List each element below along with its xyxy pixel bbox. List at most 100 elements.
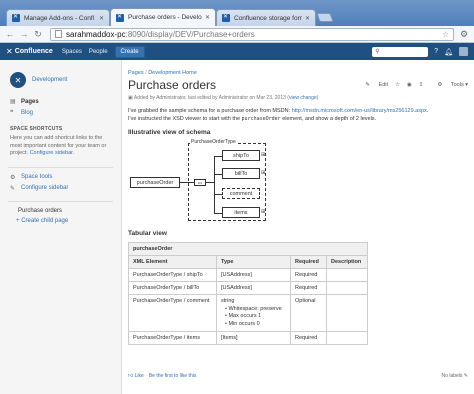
- type-detail: • Whitespace: preserve: [225, 305, 282, 312]
- column-header: Required: [290, 255, 327, 269]
- product-name: Confluence: [14, 48, 53, 55]
- tab-label: Purchase orders - Develop: [128, 14, 202, 21]
- cell-description: [326, 294, 368, 332]
- column-header: XML Element: [128, 255, 217, 269]
- new-tab-button[interactable]: [316, 13, 334, 22]
- type-detail-text: Max occurs 1: [228, 313, 262, 319]
- sidebar-item-blog[interactable]: ❝ Blog: [10, 109, 113, 117]
- share-icon[interactable]: ⇪: [419, 82, 424, 88]
- cell-type: [USAddress]: [216, 281, 291, 295]
- sidebar-divider: [8, 166, 113, 168]
- cell-required: Required: [290, 268, 327, 282]
- watch-icon[interactable]: ◉: [407, 82, 412, 88]
- space-shortcuts-help: Here you can add shortcut links to the m…: [10, 135, 113, 158]
- tools-label: Tools: [450, 82, 464, 88]
- sidebar-item-pages[interactable]: ▤ Pages: [10, 98, 113, 106]
- forward-arrow-icon[interactable]: →: [18, 28, 30, 40]
- confluence-x-icon: ✕: [6, 47, 13, 56]
- sequence-icon: •••: [194, 179, 206, 186]
- connector-line: [214, 156, 222, 157]
- table-row: PurchaseOrderType / billTo [USAddress] R…: [128, 281, 368, 295]
- page-footer: 👍︎ Like Be the first to like this No lab…: [128, 373, 468, 379]
- type-detail-text: Min occurs 0: [228, 320, 260, 327]
- child-items-box: items: [222, 207, 260, 218]
- create-child-page-link[interactable]: + Create child page: [16, 218, 113, 224]
- close-icon[interactable]: ✕: [205, 14, 210, 21]
- view-change-link[interactable]: view change: [289, 95, 317, 101]
- search-input[interactable]: ⚲: [372, 46, 429, 57]
- cell-element: PurchaseOrderType / items: [128, 331, 217, 345]
- breadcrumb: Pages / Development Home: [128, 70, 468, 76]
- close-icon[interactable]: ✕: [99, 15, 104, 22]
- browser-tab-strip: Manage Add-ons - Confl ✕ Purchase orders…: [0, 0, 474, 26]
- bell-icon[interactable]: 🔔︎: [444, 48, 453, 56]
- cell-description: [326, 281, 368, 295]
- star-page-icon[interactable]: ☆: [395, 82, 400, 88]
- connector-line: [214, 213, 222, 214]
- nav-spaces[interactable]: Spaces: [62, 49, 82, 55]
- confluence-logo[interactable]: ✕ Confluence: [6, 47, 53, 56]
- like-label: Like: [134, 373, 144, 379]
- schema-table: purchaseOrder XML Element Type Required …: [128, 242, 368, 345]
- connector-trunk: [214, 156, 215, 214]
- confluence-favicon-icon: [116, 13, 124, 22]
- breadcrumb-pages[interactable]: Pages: [128, 70, 144, 76]
- type-value: string: [221, 298, 235, 304]
- edit-button[interactable]: ✎ Edit: [358, 82, 388, 88]
- type-label: PurchaseOrderType: [190, 139, 237, 145]
- table-row: PurchaseOrderType / shipTo [USAddress] R…: [128, 268, 368, 282]
- msdn-link[interactable]: http://msdn.microsoft.com/en-us/library/…: [292, 108, 427, 114]
- browser-tab-manage-addons[interactable]: Manage Add-ons - Confl ✕: [6, 9, 110, 26]
- byline-close: ): [316, 95, 319, 101]
- space-logo-icon: ✕: [10, 72, 26, 88]
- page-byline: ▣ Added by Administrator, last edited by…: [128, 95, 468, 101]
- sidebar-item-current-page[interactable]: Purchase orders: [18, 208, 113, 214]
- help-icon[interactable]: ?: [434, 48, 438, 55]
- schema-diagram: PurchaseOrderType purchaseOrder ••• ship…: [130, 139, 400, 224]
- intro-text-2: I've instructed the XSD viewer to start …: [128, 116, 242, 122]
- connector-line: [214, 174, 222, 175]
- cell-type: [Items]: [216, 331, 291, 345]
- browser-tab-purchase-orders[interactable]: Purchase orders - Develop ✕: [110, 8, 216, 26]
- sidebar-item-label: Pages: [21, 98, 39, 105]
- nav-people[interactable]: People: [89, 49, 108, 55]
- tools-menu[interactable]: ⚙ Tools ▾: [430, 82, 468, 88]
- breadcrumb-development-home[interactable]: Development Home: [148, 70, 197, 76]
- edit-icon: ✎: [365, 82, 371, 88]
- avatar[interactable]: [459, 47, 468, 56]
- sidebar-divider: [8, 200, 113, 202]
- cell-type: string • Whitespace: preserve • Max occu…: [216, 294, 291, 332]
- like-prompt: Be the first to like this: [148, 373, 197, 379]
- page-icon: [55, 30, 62, 38]
- configure-sidebar-link[interactable]: Configure sidebar.: [30, 150, 75, 156]
- expand-icon: ⊞: [261, 152, 266, 158]
- page-title: Purchase orders: [128, 78, 217, 92]
- like-button[interactable]: 👍︎ Like: [128, 373, 144, 379]
- wrench-icon[interactable]: ⚙: [458, 28, 470, 40]
- labels-area[interactable]: No labels ✎: [442, 373, 468, 379]
- sidebar-item-space-tools[interactable]: ⚙ Space tools: [10, 174, 113, 181]
- browser-tab-storage-format[interactable]: Confluence storage format ✕: [216, 9, 316, 26]
- close-icon[interactable]: ✕: [305, 15, 310, 22]
- column-header: Type: [216, 255, 291, 269]
- table-caption: purchaseOrder: [128, 242, 368, 256]
- page-restriction-icon: ▣: [128, 95, 133, 101]
- pencil-icon: ✎: [10, 185, 16, 192]
- create-button[interactable]: Create: [114, 45, 145, 58]
- reload-icon[interactable]: ↻: [32, 28, 44, 40]
- space-header[interactable]: ✕ Development: [10, 72, 113, 88]
- no-labels: No labels: [441, 373, 463, 379]
- blog-icon: ❝: [10, 110, 14, 116]
- sidebar-item-label: Blog: [21, 109, 34, 116]
- connector-line: [214, 194, 222, 195]
- confluence-header: ✕ Confluence Spaces People Create ⚲ ? 🔔︎: [0, 43, 474, 60]
- back-arrow-icon[interactable]: ←: [4, 28, 16, 40]
- sidebar-item-label: Configure sidebar: [21, 185, 69, 191]
- intro-text-1: I've grabbed the sample schema for a pur…: [128, 108, 292, 114]
- address-bar[interactable]: sarahmaddox-pc :8090/display/DEV/Purchas…: [50, 27, 454, 41]
- star-icon[interactable]: ☆: [442, 30, 449, 39]
- cell-element: PurchaseOrderType / billTo: [128, 281, 217, 295]
- intro-text-2-end: element, and show a depth of 2 levels.: [280, 116, 377, 122]
- space-name[interactable]: Development: [32, 77, 67, 83]
- sidebar-item-configure[interactable]: ✎ Configure sidebar: [10, 185, 113, 192]
